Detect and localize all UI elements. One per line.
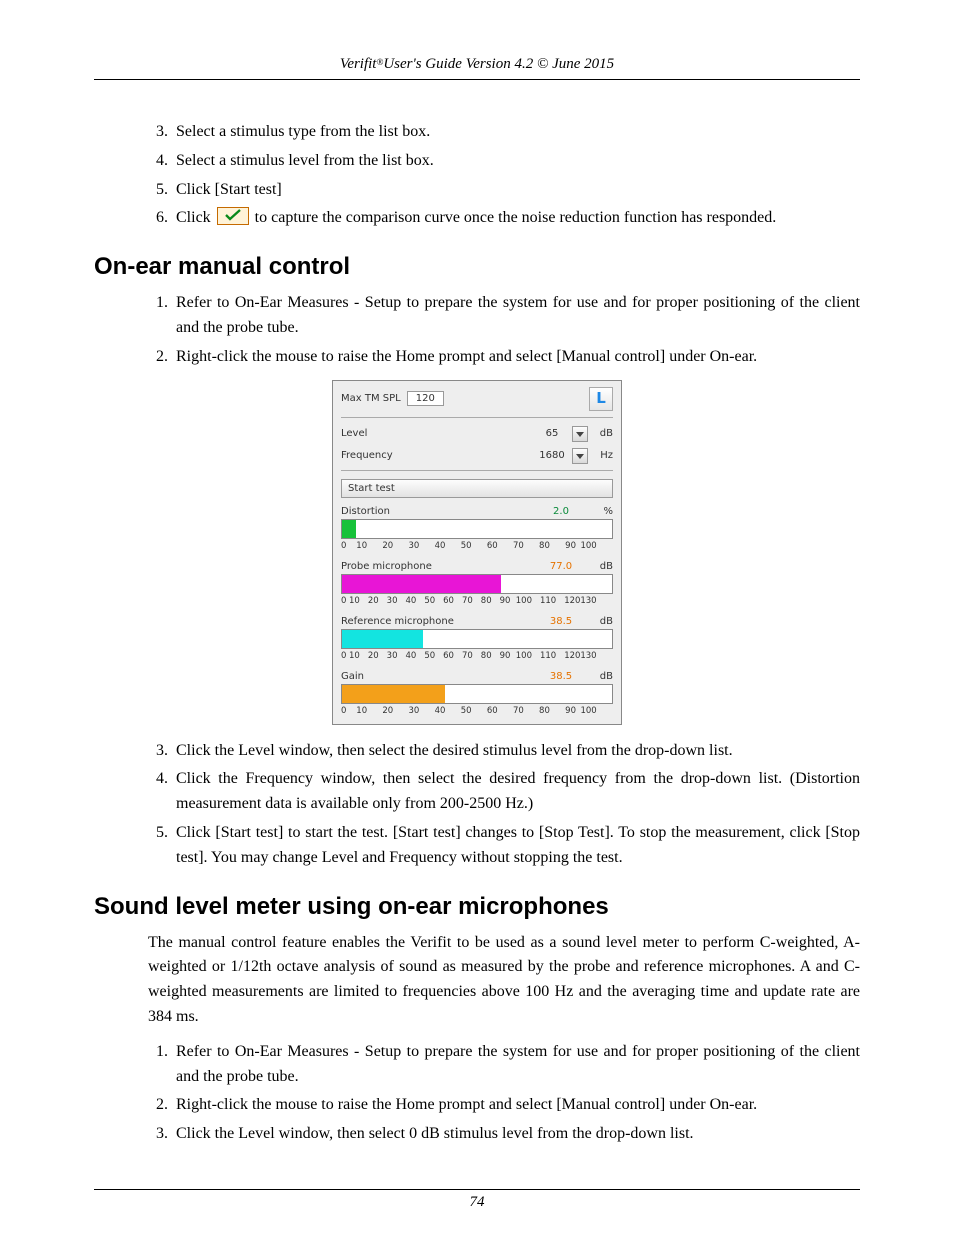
list-item: Select a stimulus type from the list box… [172,120,860,145]
page-header: Verifit®User's Guide Version 4.2 © June … [94,56,860,80]
list-item: Click the Level window, then select the … [172,739,860,764]
section-heading: Sound level meter using on-ear microphon… [94,893,860,921]
list-item: Click the Level window, then select 0 dB… [172,1122,860,1147]
reference-meter: Reference microphone 38.5 dB 01020304050… [341,616,613,661]
top-steps: Select a stimulus type from the list box… [94,120,860,231]
frequency-value: 1680 [532,450,572,461]
chevron-down-icon[interactable] [572,426,588,442]
chevron-down-icon[interactable] [572,448,588,464]
list-item: Right-click the mouse to raise the Home … [172,345,860,370]
max-tm-spl-label: Max TM SPL [341,393,401,404]
list-item: Click the Frequency window, then select … [172,767,860,817]
list-item: Click [Start test] to start the test. [S… [172,821,860,871]
list-item: Refer to On-Ear Measures - Setup to prep… [172,291,860,341]
ear-badge-icon[interactable]: L [589,387,613,411]
level-value: 65 [532,428,572,439]
section-heading: On-ear manual control [94,253,860,281]
section1-steps-a: Refer to On-Ear Measures - Setup to prep… [94,291,860,369]
section1-steps-b: Click the Level window, then select the … [94,739,860,871]
section2-paragraph: The manual control feature enables the V… [148,931,860,1030]
page-number: 74 [94,1189,860,1211]
max-tm-spl-value[interactable]: 120 [407,391,444,406]
section2-steps: Refer to On-Ear Measures - Setup to prep… [94,1040,860,1147]
list-item: Right-click the mouse to raise the Home … [172,1093,860,1118]
level-unit: dB [591,428,613,439]
start-test-button[interactable]: Start test [341,479,613,498]
manual-control-panel: Max TM SPL 120 L Level 65 dB Frequency 1… [332,380,622,725]
checkmark-icon [217,207,249,225]
frequency-label: Frequency [341,450,393,461]
list-item: Refer to On-Ear Measures - Setup to prep… [172,1040,860,1090]
level-label: Level [341,428,367,439]
gain-meter: Gain 38.5 dB 0102030405060708090100 [341,671,613,716]
list-item: Select a stimulus level from the list bo… [172,149,860,174]
probe-meter: Probe microphone 77.0 dB 010203040506070… [341,561,613,606]
list-item: Click [Start test] [172,178,860,203]
distortion-meter: Distortion 2.0 % 0102030405060708090100 [341,506,613,551]
list-item: Click to capture the comparison curve on… [172,206,860,231]
frequency-unit: Hz [591,450,613,461]
